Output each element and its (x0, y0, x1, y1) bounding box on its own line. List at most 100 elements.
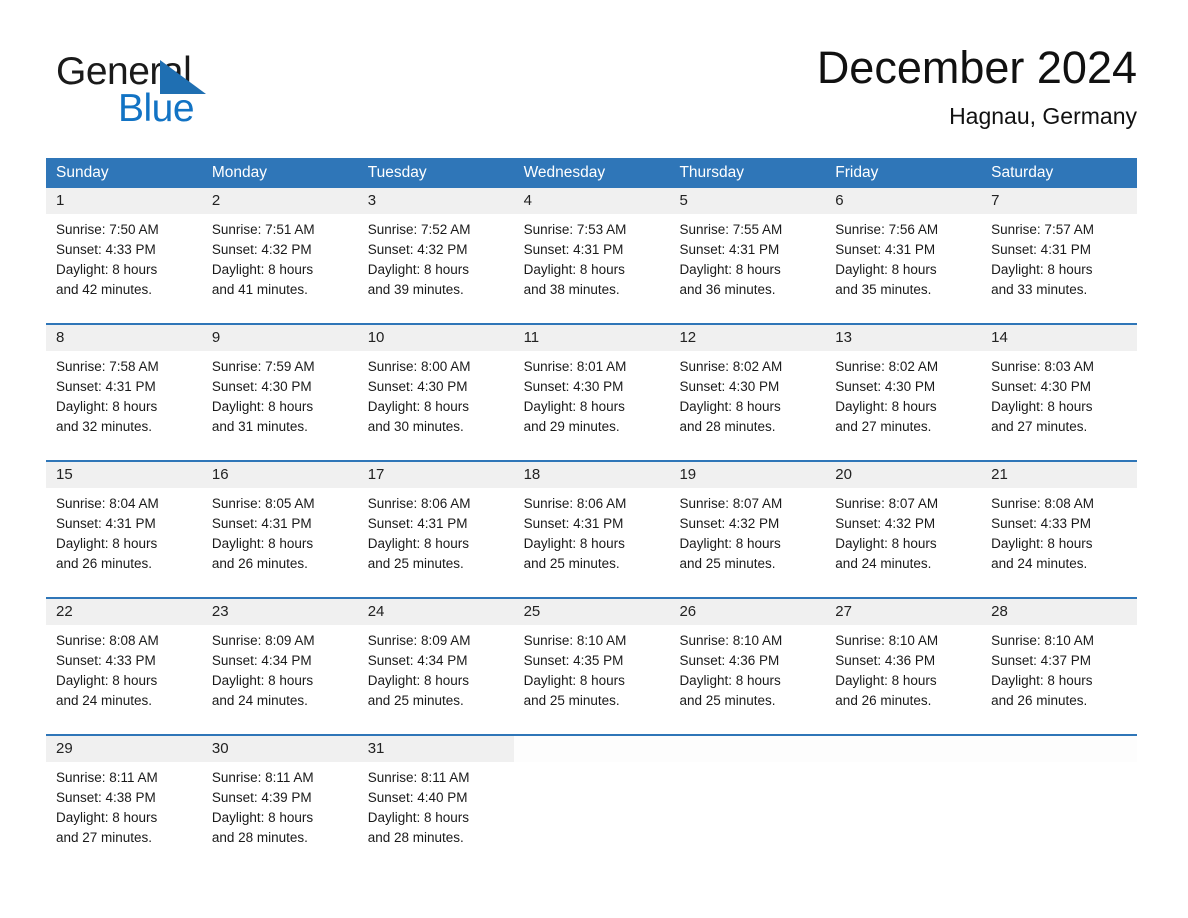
day-info-daylight2: and 26 minutes. (835, 693, 932, 708)
day-info-cell: Sunrise: 8:10 AM Sunset: 4:36 PM Daylight:… (669, 625, 825, 734)
day-info-daylight1: Daylight: 8 hours (679, 399, 781, 414)
date-cell[interactable]: 8 (46, 325, 202, 351)
day-info-daylight2: and 26 minutes. (56, 556, 153, 571)
date-cell[interactable]: 5 (669, 188, 825, 214)
date-cell[interactable]: 26 (669, 599, 825, 625)
date-cell[interactable]: 16 (202, 462, 358, 488)
date-cell[interactable]: 12 (669, 325, 825, 351)
day-info-daylight2: and 25 minutes. (523, 556, 620, 571)
week-date-strip: 22 23 24 25 26 27 28 (46, 599, 1137, 625)
calendar-week-row: 22 23 24 25 26 27 28 Sunrise: 8:08 AM Sunset: 4:… (46, 597, 1137, 734)
date-cell[interactable]: 4 (514, 188, 670, 214)
weekday-tuesday: Tuesday (367, 164, 427, 181)
day-info-empty (669, 762, 825, 871)
day-info-daylight1: Daylight: 8 hours (679, 673, 781, 688)
day-info-cell: Sunrise: 8:10 AM Sunset: 4:36 PM Daylight:… (825, 625, 981, 734)
day-info-cell: Sunrise: 8:06 AM Sunset: 4:31 PM Daylight:… (358, 488, 514, 597)
date-cell[interactable]: 6 (825, 188, 981, 214)
day-info-daylight2: and 28 minutes. (211, 830, 308, 845)
date-cell[interactable]: 25 (514, 599, 670, 625)
day-info-sunset: Sunset: 4:33 PM (56, 653, 156, 668)
day-info-sunset: Sunset: 4:32 PM (211, 242, 312, 257)
day-info-cell: Sunrise: 8:06 AM Sunset: 4:31 PM Daylight:… (514, 488, 670, 597)
day-info-sunrise: Sunrise: 7:56 AM (835, 222, 939, 237)
day-info-sunrise: Sunrise: 7:59 AM (211, 359, 315, 374)
day-info-daylight2: and 36 minutes. (679, 282, 776, 297)
date-cell[interactable]: 13 (825, 325, 981, 351)
calendar-week-row: 1 2 3 4 5 6 7 Sunrise: 7:50 AM Sunset: 4:33 PM Da… (46, 188, 1137, 323)
day-info-sunrise: Sunrise: 7:58 AM (56, 359, 159, 374)
day-info-cell: Sunrise: 8:11 AM Sunset: 4:38 PM Daylight:… (46, 762, 202, 871)
day-info-empty (981, 762, 1137, 871)
day-info-cell: Sunrise: 8:09 AM Sunset: 4:34 PM Daylight:… (202, 625, 358, 734)
date-cell[interactable]: 19 (669, 462, 825, 488)
day-info-sunset: Sunset: 4:34 PM (211, 653, 312, 668)
calendar-grid: Sunday Monday Tuesday Wednesday Thursday… (46, 158, 1138, 871)
day-info-daylight1: Daylight: 8 hours (835, 262, 937, 277)
day-info-sunset: Sunset: 4:34 PM (367, 653, 468, 668)
date-cell[interactable]: 1 (46, 188, 202, 214)
title-block: December 2024 Hagnau, Germany (437, 40, 1137, 130)
date-cell[interactable]: 17 (358, 462, 514, 488)
day-info-sunrise: Sunrise: 8:11 AM (56, 770, 158, 785)
day-info-sunrise: Sunrise: 8:04 AM (56, 496, 159, 511)
date-cell[interactable]: 23 (202, 599, 358, 625)
date-cell[interactable]: 3 (358, 188, 514, 214)
day-info-sunset: Sunset: 4:32 PM (835, 516, 936, 531)
day-info-sunset: Sunset: 4:33 PM (991, 516, 1091, 531)
date-cell[interactable]: 11 (514, 325, 670, 351)
day-info-daylight1: Daylight: 8 hours (211, 536, 314, 551)
date-cell[interactable]: 21 (981, 462, 1137, 488)
date-cell[interactable]: 30 (202, 736, 358, 762)
date-cell[interactable]: 18 (514, 462, 670, 488)
day-info-daylight1: Daylight: 8 hours (991, 262, 1093, 277)
weekday-header-row: Sunday Monday Tuesday Wednesday Thursday… (46, 158, 1137, 188)
date-cell[interactable]: 14 (981, 325, 1137, 351)
day-info-daylight2: and 32 minutes. (56, 419, 153, 434)
date-cell[interactable]: 20 (825, 462, 981, 488)
day-info-daylight2: and 38 minutes. (523, 282, 620, 297)
day-info-cell: Sunrise: 7:56 AM Sunset: 4:31 PM Daylight:… (825, 214, 981, 323)
date-cell[interactable]: 29 (46, 736, 202, 762)
day-info-daylight2: and 31 minutes. (211, 419, 308, 434)
date-cell[interactable]: 31 (358, 736, 514, 762)
day-info-daylight2: and 27 minutes. (56, 830, 153, 845)
day-info-sunset: Sunset: 4:33 PM (56, 242, 156, 257)
date-cell-empty (513, 736, 670, 762)
day-info-daylight2: and 25 minutes. (523, 693, 620, 708)
day-info-cell: Sunrise: 8:08 AM Sunset: 4:33 PM Daylight:… (46, 625, 202, 734)
day-info-sunrise: Sunrise: 7:57 AM (991, 222, 1094, 237)
day-info-sunrise: Sunrise: 8:01 AM (523, 359, 627, 374)
day-info-empty (514, 762, 670, 871)
day-info-sunrise: Sunrise: 8:10 AM (991, 633, 1094, 648)
day-info-daylight1: Daylight: 8 hours (56, 262, 158, 277)
date-cell[interactable]: 24 (358, 599, 514, 625)
day-info-daylight2: and 29 minutes. (523, 419, 620, 434)
date-cell[interactable]: 7 (981, 188, 1137, 214)
week-detail-strip: Sunrise: 7:58 AM Sunset: 4:31 PM Daylight:… (46, 351, 1137, 460)
date-cell[interactable]: 9 (202, 325, 358, 351)
day-info-daylight1: Daylight: 8 hours (56, 536, 158, 551)
date-cell[interactable]: 27 (825, 599, 981, 625)
day-info-daylight1: Daylight: 8 hours (56, 399, 158, 414)
calendar-week-row: 8 9 10 11 12 13 14 Sunrise: 7:58 AM Sunset: 4:31… (46, 323, 1137, 460)
date-cell[interactable]: 2 (202, 188, 358, 214)
day-info-daylight2: and 24 minutes. (211, 693, 308, 708)
week-detail-strip: Sunrise: 8:04 AM Sunset: 4:31 PM Daylight:… (46, 488, 1137, 597)
date-cell[interactable]: 22 (46, 599, 202, 625)
date-cell[interactable]: 28 (981, 599, 1137, 625)
day-info-sunrise: Sunrise: 8:09 AM (367, 633, 471, 648)
date-cell[interactable]: 15 (46, 462, 202, 488)
day-info-cell: Sunrise: 8:10 AM Sunset: 4:35 PM Daylight:… (514, 625, 670, 734)
day-info-daylight1: Daylight: 8 hours (991, 399, 1093, 414)
day-info-sunrise: Sunrise: 8:07 AM (835, 496, 939, 511)
week-date-strip: 8 9 10 11 12 13 14 (46, 325, 1137, 351)
day-info-daylight1: Daylight: 8 hours (523, 399, 625, 414)
day-info-cell: Sunrise: 8:09 AM Sunset: 4:34 PM Daylight:… (358, 625, 514, 734)
date-cell[interactable]: 10 (358, 325, 514, 351)
day-info-sunrise: Sunrise: 8:07 AM (679, 496, 783, 511)
day-info-sunset: Sunset: 4:31 PM (211, 516, 312, 531)
day-info-sunrise: Sunrise: 8:06 AM (523, 496, 627, 511)
day-info-sunset: Sunset: 4:36 PM (835, 653, 936, 668)
day-info-sunset: Sunset: 4:30 PM (679, 379, 780, 394)
